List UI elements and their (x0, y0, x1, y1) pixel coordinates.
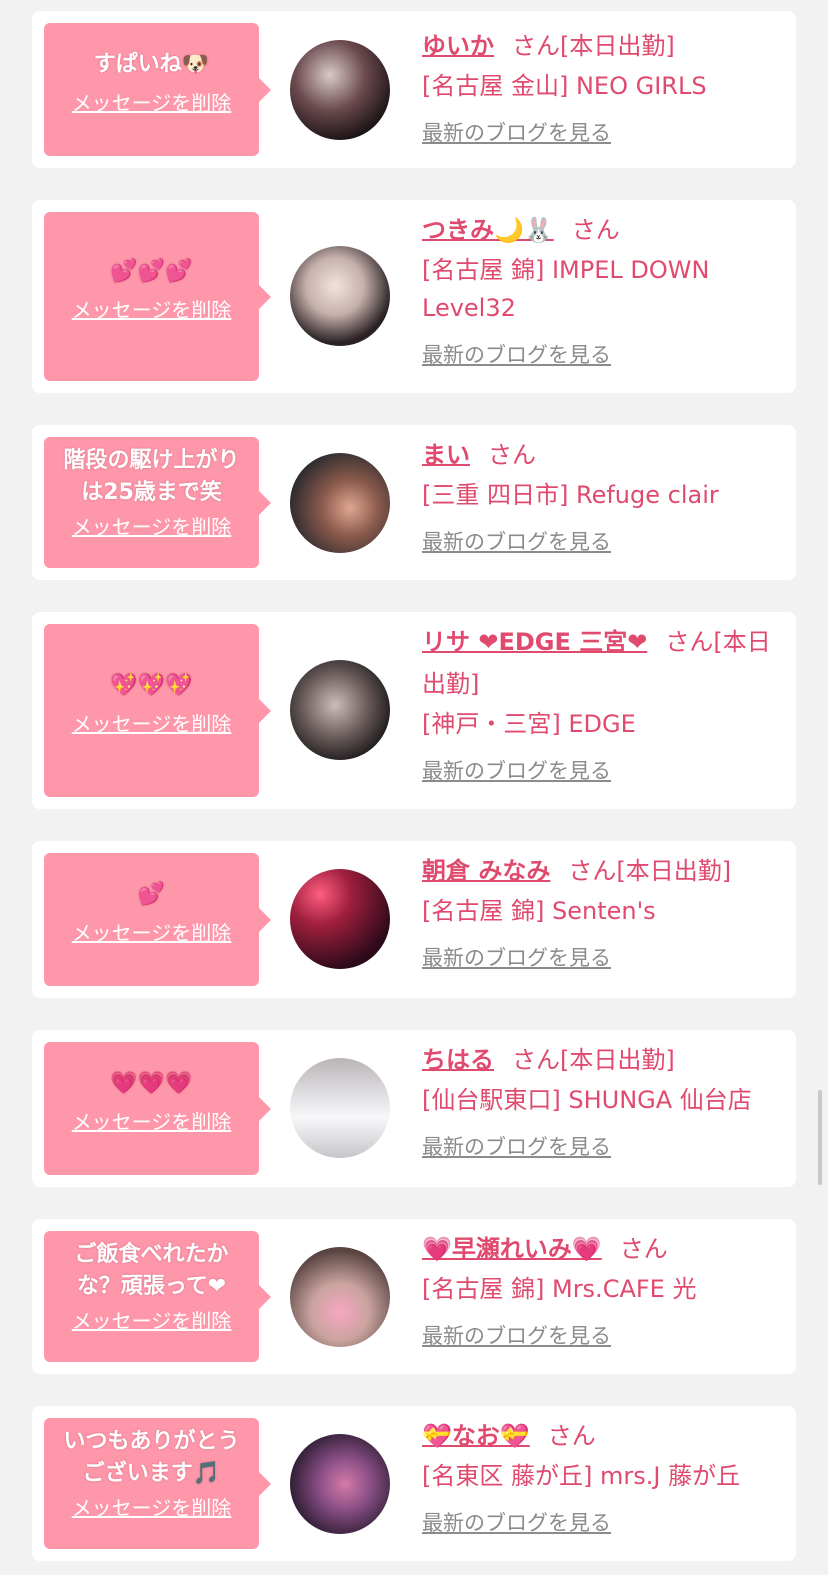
message-text: 💕 (137, 882, 166, 907)
honorific: さん (488, 441, 536, 469)
status-label: [本日出勤] (616, 857, 732, 885)
profile-info: リサ ❤EDGE 三宮❤ さん[本日出勤] [神戸・三宮] EDGE 最新のブログ… (422, 621, 780, 785)
profile-info: つきみ🌙🐰 さん [名古屋 錦] IMPEL DOWN Level32 最新のブロ… (422, 209, 780, 369)
profile-info: ちはる さん[本日出勤] [仙台駅東口] SHUNGA 仙台店 最新のブログを見る (422, 1039, 780, 1161)
message-card: いつもありがとうございます🎵 メッセージを削除 💝なお💝 さん [名東区 藤が丘]… (32, 1406, 796, 1561)
message-card: 💗💗💗 メッセージを削除 ちはる さん[本日出勤] [仙台駅東口] SHUNGA … (32, 1030, 796, 1187)
shop-info: [名古屋 錦] Senten's (422, 897, 656, 925)
shop-info: [仙台駅東口] SHUNGA 仙台店 (422, 1086, 752, 1114)
delete-message-link[interactable]: メッセージを削除 (72, 708, 232, 737)
cast-name-link[interactable]: リサ ❤EDGE 三宮❤ (422, 628, 647, 656)
status-label: [本日出勤] (560, 32, 675, 60)
scrollbar[interactable] (818, 1090, 822, 1185)
avatar[interactable] (290, 246, 390, 346)
honorific: さん (512, 32, 560, 60)
shop-info: [名古屋 金山] NEO GIRLS (422, 72, 707, 100)
shop-info: [名東区 藤が丘] mrs.J 藤が丘 (422, 1462, 741, 1490)
avatar[interactable] (290, 1058, 390, 1158)
avatar[interactable] (290, 40, 390, 140)
honorific: さん (568, 857, 617, 885)
delete-message-link[interactable]: メッセージを削除 (72, 917, 232, 946)
shop-info: [神戸・三宮] EDGE (422, 710, 636, 738)
message-bubble: 💕💕💕 メッセージを削除 (44, 212, 271, 381)
status-label: [本日出勤] (560, 1046, 675, 1074)
cast-name-link[interactable]: 朝倉 みなみ (422, 857, 550, 885)
honorific: さん (619, 1235, 668, 1263)
message-card: 💕 メッセージを削除 朝倉 みなみ さん[本日出勤] [名古屋 錦] Senten… (32, 841, 796, 998)
honorific: さん (571, 216, 620, 244)
avatar[interactable] (290, 869, 390, 969)
shop-info: [名古屋 錦] Mrs.CAFE 光 (422, 1275, 697, 1303)
message-card: 💖💖💖 メッセージを削除 リサ ❤EDGE 三宮❤ さん[本日出勤] [神戸・三宮… (32, 612, 796, 809)
cast-name-link[interactable]: 💝なお💝 (422, 1422, 530, 1450)
latest-blog-link[interactable]: 最新のブログを見る (422, 526, 611, 556)
shop-info: [名古屋 錦] IMPEL DOWN Level32 (422, 256, 710, 322)
avatar[interactable] (290, 1434, 390, 1534)
message-text: 💕💕💕 (110, 259, 193, 284)
cast-name-link[interactable]: つきみ🌙🐰 (422, 216, 554, 244)
cast-name-link[interactable]: ちはる (422, 1046, 494, 1074)
message-card: 階段の駆け上がりは25歳まで笑 メッセージを削除 まい さん [三重 四日市] R… (32, 425, 796, 580)
profile-info: ゆいか さん[本日出勤] [名古屋 金山] NEO GIRLS 最新のブログを見る (422, 25, 780, 147)
message-card: すぱいね🐶 メッセージを削除 ゆいか さん[本日出勤] [名古屋 金山] NEO … (32, 11, 796, 168)
delete-message-link[interactable]: メッセージを削除 (72, 1106, 232, 1135)
message-bubble: 💗💗💗 メッセージを削除 (44, 1042, 271, 1175)
delete-message-link[interactable]: メッセージを削除 (72, 87, 232, 116)
latest-blog-link[interactable]: 最新のブログを見る (422, 117, 611, 147)
delete-message-link[interactable]: メッセージを削除 (72, 1492, 232, 1521)
profile-info: 朝倉 みなみ さん[本日出勤] [名古屋 錦] Senten's 最新のブログを見… (422, 850, 780, 972)
honorific: さん (665, 628, 714, 656)
message-text: 💖💖💖 (110, 673, 193, 698)
latest-blog-link[interactable]: 最新のブログを見る (422, 1320, 611, 1350)
message-text: すぱいね🐶 (93, 52, 210, 77)
message-bubble: 階段の駆け上がりは25歳まで笑 メッセージを削除 (44, 437, 271, 568)
cast-name-link[interactable]: ゆいか (422, 32, 494, 60)
profile-info: まい さん [三重 四日市] Refuge clair 最新のブログを見る (422, 434, 780, 556)
profile-info: 💗早瀬れいみ💗 さん [名古屋 錦] Mrs.CAFE 光 最新のブログを見る (422, 1228, 780, 1350)
message-text: ご飯食べれたかな？頑張って❤ (74, 1242, 229, 1299)
shop-info: [三重 四日市] Refuge clair (422, 481, 719, 509)
message-card: 💕💕💕 メッセージを削除 つきみ🌙🐰 さん [名古屋 錦] IMPEL DOWN … (32, 200, 796, 393)
latest-blog-link[interactable]: 最新のブログを見る (422, 339, 611, 369)
honorific: さん (512, 1046, 560, 1074)
latest-blog-link[interactable]: 最新のブログを見る (422, 1507, 611, 1537)
message-bubble: いつもありがとうございます🎵 メッセージを削除 (44, 1418, 271, 1549)
avatar[interactable] (290, 453, 390, 553)
message-bubble: 💕 メッセージを削除 (44, 853, 271, 986)
delete-message-link[interactable]: メッセージを削除 (72, 294, 232, 323)
honorific: さん (547, 1422, 596, 1450)
message-bubble: 💖💖💖 メッセージを削除 (44, 624, 271, 797)
latest-blog-link[interactable]: 最新のブログを見る (422, 755, 611, 785)
avatar[interactable] (290, 1247, 390, 1347)
message-bubble: ご飯食べれたかな？頑張って❤ メッセージを削除 (44, 1231, 271, 1362)
message-text: 階段の駆け上がりは25歳まで笑 (63, 448, 240, 505)
cast-name-link[interactable]: 💗早瀬れいみ💗 (422, 1235, 602, 1263)
latest-blog-link[interactable]: 最新のブログを見る (422, 1131, 611, 1161)
message-card: ご飯食べれたかな？頑張って❤ メッセージを削除 💗早瀬れいみ💗 さん [名古屋 錦… (32, 1219, 796, 1374)
profile-info: 💝なお💝 さん [名東区 藤が丘] mrs.J 藤が丘 最新のブログを見る (422, 1415, 780, 1537)
message-bubble: すぱいね🐶 メッセージを削除 (44, 23, 271, 156)
delete-message-link[interactable]: メッセージを削除 (72, 1305, 232, 1334)
message-text: いつもありがとうございます🎵 (63, 1429, 240, 1486)
latest-blog-link[interactable]: 最新のブログを見る (422, 942, 611, 972)
message-text: 💗💗💗 (110, 1071, 193, 1096)
avatar[interactable] (290, 660, 390, 760)
cast-name-link[interactable]: まい (422, 441, 470, 469)
delete-message-link[interactable]: メッセージを削除 (72, 511, 232, 540)
